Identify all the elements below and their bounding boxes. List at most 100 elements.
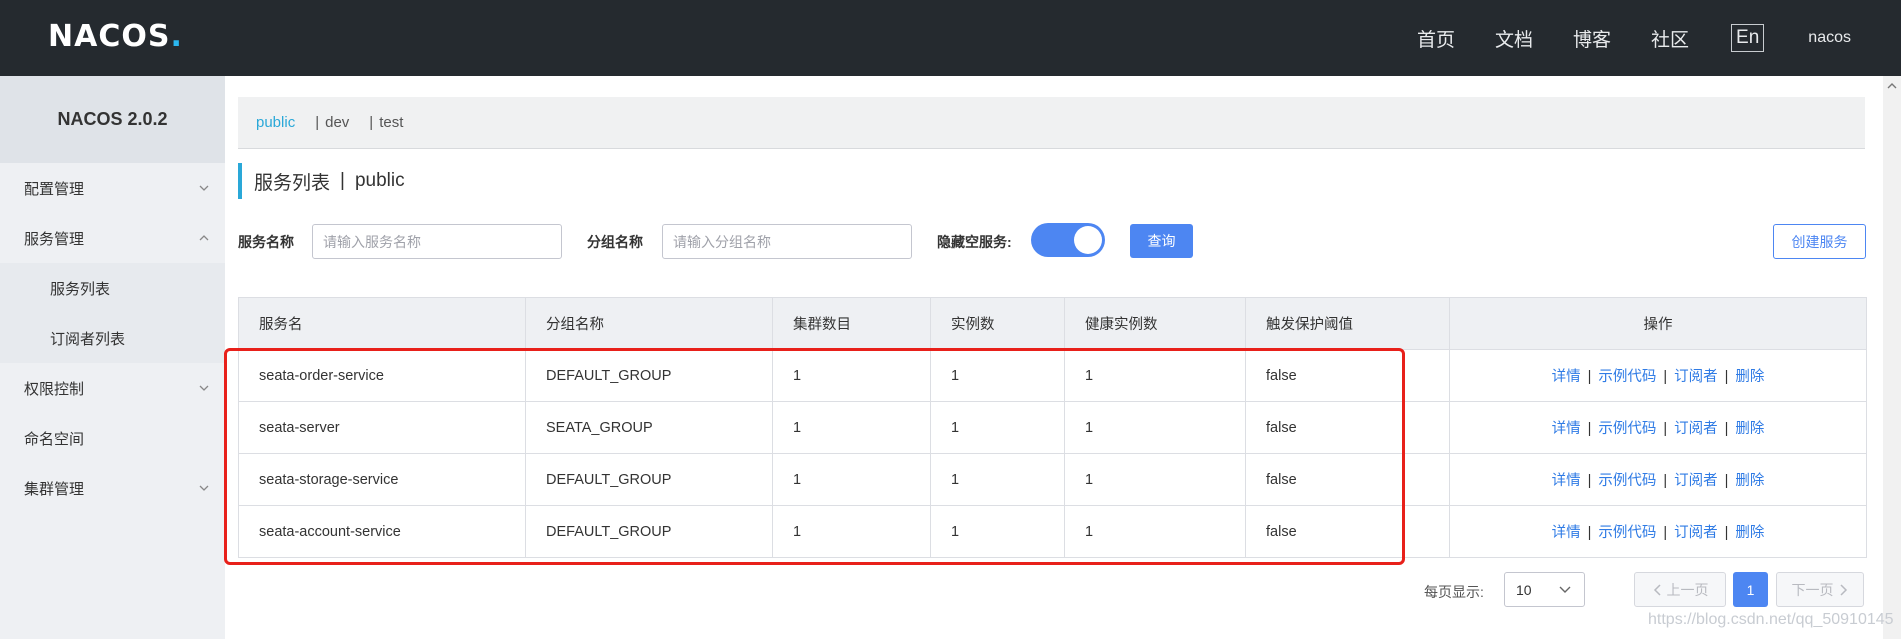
action-separator: |: [1663, 525, 1668, 541]
cell-instance-count: 1: [930, 401, 1065, 454]
cell-healthy-count: 1: [1064, 401, 1246, 454]
namespace-separator: |: [315, 114, 320, 131]
delete-link[interactable]: 删除: [1735, 473, 1764, 489]
col-actions: 操作: [1449, 297, 1867, 350]
action-separator: |: [1724, 421, 1729, 437]
namespace-public[interactable]: public: [256, 114, 295, 131]
action-separator: |: [1724, 473, 1729, 489]
group-name-label: 分组名称: [587, 234, 643, 250]
sidebar-item-label: 服务管理: [24, 230, 85, 248]
service-name-input[interactable]: [312, 224, 562, 259]
sidebar-item-namespace[interactable]: 命名空间: [0, 413, 225, 463]
sample-code-link[interactable]: 示例代码: [1598, 369, 1656, 385]
sample-code-link[interactable]: 示例代码: [1598, 525, 1656, 541]
sidebar-item-permission-control[interactable]: 权限控制: [0, 363, 225, 413]
page-size-value: 10: [1516, 581, 1532, 598]
namespace-dev[interactable]: dev: [325, 114, 349, 131]
namespace-test[interactable]: test: [379, 114, 403, 131]
delete-link[interactable]: 删除: [1735, 369, 1764, 385]
page-size-select[interactable]: 10: [1504, 572, 1585, 607]
chevron-left-icon: [1653, 583, 1661, 596]
cell-healthy-count: 1: [1064, 505, 1246, 558]
action-separator: |: [1587, 369, 1592, 385]
nav-docs-link[interactable]: 文档: [1495, 25, 1533, 52]
cell-cluster-count: 1: [772, 505, 931, 558]
action-separator: |: [1587, 421, 1592, 437]
chevron-right-icon: [1839, 583, 1847, 596]
top-navbar: NACOS. 首页 文档 博客 社区 En nacos: [0, 0, 1901, 76]
group-name-input[interactable]: [662, 224, 912, 259]
cell-group-name: SEATA_GROUP: [525, 401, 773, 454]
prev-page-button[interactable]: 上一页: [1634, 572, 1726, 607]
cell-protect-threshold: false: [1245, 349, 1450, 402]
subscribers-link[interactable]: 订阅者: [1674, 369, 1718, 385]
chevron-down-icon: [199, 485, 209, 491]
sidebar: NACOS 2.0.2 配置管理 服务管理 服务列表 订阅者列表 权限控制 命名…: [0, 76, 225, 639]
create-service-button[interactable]: 创建服务: [1773, 224, 1866, 259]
cell-actions: 详情 | 示例代码 | 订阅者 | 删除: [1449, 453, 1867, 506]
cell-actions: 详情 | 示例代码 | 订阅者 | 删除: [1449, 349, 1867, 402]
delete-link[interactable]: 删除: [1735, 421, 1764, 437]
chevron-down-icon: [1559, 586, 1571, 593]
col-healthy-instance-count[interactable]: 健康实例数: [1064, 297, 1246, 350]
action-separator: |: [1663, 473, 1668, 489]
hide-empty-label: 隐藏空服务:: [937, 234, 1012, 250]
action-separator: |: [1587, 473, 1592, 489]
title-separator: |: [340, 170, 345, 191]
nav-community-link[interactable]: 社区: [1651, 25, 1689, 52]
subscribers-link[interactable]: 订阅者: [1674, 421, 1718, 437]
details-link[interactable]: 详情: [1552, 369, 1581, 385]
language-switch-button[interactable]: En: [1731, 24, 1765, 52]
sidebar-item-config-management[interactable]: 配置管理: [0, 163, 225, 213]
cell-instance-count: 1: [930, 505, 1065, 558]
details-link[interactable]: 详情: [1552, 525, 1581, 541]
table-row: seata-account-service DEFAULT_GROUP 1 1 …: [238, 505, 1867, 558]
cell-service-name: seata-storage-service: [238, 453, 526, 506]
sidebar-item-subscriber-list[interactable]: 订阅者列表: [0, 313, 225, 363]
cell-instance-count: 1: [930, 349, 1065, 402]
col-group-name[interactable]: 分组名称: [525, 297, 773, 350]
subscribers-link[interactable]: 订阅者: [1674, 473, 1718, 489]
action-separator: |: [1587, 525, 1592, 541]
page-title-text: 服务列表: [254, 172, 331, 194]
col-instance-count[interactable]: 实例数: [930, 297, 1065, 350]
namespace-separator: |: [369, 114, 374, 131]
col-protect-threshold[interactable]: 触发保护阈值: [1245, 297, 1450, 350]
nacos-logo[interactable]: NACOS.: [48, 14, 183, 58]
cell-healthy-count: 1: [1064, 453, 1246, 506]
nav-blog-link[interactable]: 博客: [1573, 25, 1611, 52]
sample-code-link[interactable]: 示例代码: [1598, 421, 1656, 437]
col-service-name[interactable]: 服务名: [238, 297, 526, 350]
sidebar-item-cluster-management[interactable]: 集群管理: [0, 463, 225, 513]
sidebar-item-service-list[interactable]: 服务列表: [0, 263, 225, 313]
next-page-button[interactable]: 下一页: [1776, 572, 1864, 607]
delete-link[interactable]: 删除: [1735, 525, 1764, 541]
table-row: seata-order-service DEFAULT_GROUP 1 1 1 …: [238, 349, 1867, 402]
subscribers-link[interactable]: 订阅者: [1674, 525, 1718, 541]
scroll-up-arrow-icon[interactable]: [1887, 82, 1897, 90]
col-cluster-count[interactable]: 集群数目: [772, 297, 931, 350]
cell-healthy-count: 1: [1064, 349, 1246, 402]
watermark: https://blog.csdn.net/qq_50910145: [1648, 611, 1894, 628]
current-page-button[interactable]: 1: [1733, 572, 1768, 607]
user-menu[interactable]: nacos: [1808, 29, 1851, 47]
details-link[interactable]: 详情: [1552, 421, 1581, 437]
action-separator: |: [1663, 369, 1668, 385]
details-link[interactable]: 详情: [1552, 473, 1581, 489]
cell-group-name: DEFAULT_GROUP: [525, 505, 773, 558]
action-separator: |: [1724, 369, 1729, 385]
namespace-bar: public | dev | test: [238, 97, 1865, 149]
prev-page-label: 上一页: [1666, 581, 1709, 598]
sample-code-link[interactable]: 示例代码: [1598, 473, 1656, 489]
sidebar-item-service-management[interactable]: 服务管理: [0, 213, 225, 263]
query-button[interactable]: 查询: [1130, 224, 1193, 258]
nav-home-link[interactable]: 首页: [1417, 25, 1455, 52]
chevron-down-icon: [199, 385, 209, 391]
page-title: 服务列表 | public: [238, 163, 405, 199]
sidebar-item-label: 配置管理: [24, 180, 85, 198]
hide-empty-toggle[interactable]: [1031, 223, 1105, 257]
top-nav-links: 首页 文档 博客 社区 En nacos: [1417, 0, 1901, 76]
cell-cluster-count: 1: [772, 349, 931, 402]
cell-service-name: seata-order-service: [238, 349, 526, 402]
page-scrollbar[interactable]: [1883, 76, 1901, 639]
